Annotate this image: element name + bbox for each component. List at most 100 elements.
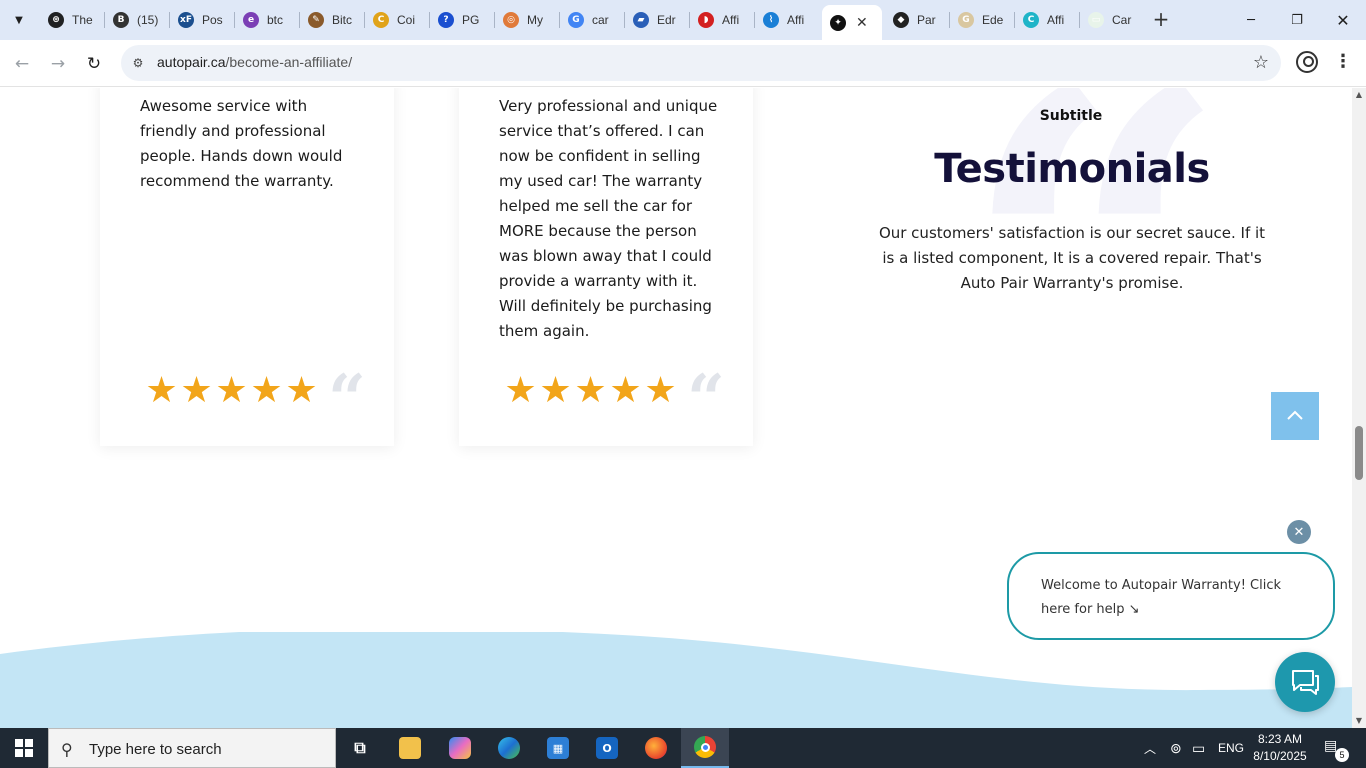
chat-welcome-bubble[interactable]: Welcome to Autopair Warranty! Click here… <box>1007 552 1335 640</box>
tab-title: Affi <box>787 13 805 27</box>
scrollbar-thumb[interactable] <box>1355 426 1363 480</box>
page-content: Awesome service with friendly and profes… <box>0 88 1352 728</box>
section-subtitle: Subtitle <box>1039 108 1103 124</box>
chrome-glyph <box>694 736 716 758</box>
browser-tab[interactable]: C Affi <box>1015 6 1077 34</box>
browser-tab[interactable]: ◎ My <box>495 6 557 34</box>
bookmark-star-icon[interactable]: ☆ <box>1253 52 1269 73</box>
browser-tab[interactable]: ◆ Par <box>885 6 947 34</box>
windows-logo-icon <box>15 739 33 757</box>
browser-tab[interactable]: ▭ Car <box>1080 6 1142 34</box>
binance-icon: ◆ <box>893 12 909 28</box>
site-info-icon[interactable]: ⚙ <box>129 54 147 72</box>
question-icon: ? <box>438 12 454 28</box>
red-bolt-icon: ◗ <box>698 12 714 28</box>
chrome-icon[interactable] <box>681 728 729 768</box>
browser-tab[interactable]: ⊛ The <box>40 6 102 34</box>
pen-icon: ✎ <box>308 12 324 28</box>
browser-tab[interactable]: ✎ Bitc <box>300 6 362 34</box>
tab-title: Coi <box>397 13 416 27</box>
folder-glyph <box>399 737 421 759</box>
chat-launcher-button[interactable] <box>1275 652 1335 712</box>
page-scrollbar[interactable]: ▲ ▼ <box>1352 88 1366 728</box>
edge-icon[interactable] <box>485 728 533 768</box>
search-icon: ⚲ <box>61 740 73 759</box>
tab-strip: ▼ ⊛ The B (15) xF Pos e btc ✎ Bitc C Coi? PG ◎ My Gcar ▰… <box>0 0 1366 40</box>
tab-title: Affi <box>722 13 740 27</box>
copilot-icon[interactable] <box>436 728 484 768</box>
forward-arrow-icon[interactable]: → <box>46 52 70 76</box>
browser-tab[interactable]: ▰ Edr <box>625 6 687 34</box>
star-icon: ★ <box>504 370 537 411</box>
browser-tab[interactable]: ✦ ✕ <box>822 5 882 40</box>
footer-wave <box>0 632 1352 728</box>
scroll-to-top-button[interactable] <box>1271 392 1319 440</box>
tab-title: PG <box>462 13 480 27</box>
star-icon: ★ <box>609 370 642 411</box>
browser-tab[interactable]: Gcar <box>560 6 622 34</box>
testimonial-text: Awesome service with friendly and profes… <box>140 97 343 190</box>
firefox-icon[interactable] <box>632 728 680 768</box>
testimonial-card: Very professional and unique service tha… <box>459 88 753 446</box>
tab-title: (15) <box>137 13 159 27</box>
browser-tab[interactable]: G Ede <box>950 6 1012 34</box>
star-icon: ★ <box>539 370 572 411</box>
c-cyan-icon: C <box>1023 12 1039 28</box>
firefox-glyph <box>645 737 667 759</box>
address-bar[interactable]: ⚙ autopair.ca/become-an-affiliate/ ☆ <box>121 45 1281 81</box>
browser-tab[interactable]: ? PG <box>430 6 492 34</box>
new-tab-button[interactable]: + <box>1150 8 1172 30</box>
testimonial-card: Awesome service with friendly and profes… <box>100 88 394 446</box>
openai-icon: ⊛ <box>48 12 64 28</box>
browser-tab[interactable]: ⌇ Affi <box>755 6 817 34</box>
tab-title: Car <box>1112 13 1132 27</box>
chrome-center <box>700 742 710 752</box>
tab-title: The <box>72 13 93 27</box>
browser-toolbar: ← → ↻ ⚙ autopair.ca/become-an-affiliate/… <box>0 40 1366 87</box>
minimize-icon[interactable]: ─ <box>1228 0 1274 40</box>
tab-title: My <box>527 13 543 27</box>
close-window-icon[interactable]: ✕ <box>1320 0 1366 40</box>
store-icon[interactable]: ▦ <box>534 728 582 768</box>
chat-close-button[interactable]: ✕ <box>1287 520 1311 544</box>
browser-tab[interactable]: xF Pos <box>170 6 232 34</box>
flag-icon: ▭ <box>1088 12 1104 28</box>
language-indicator[interactable]: ENG <box>1218 728 1244 768</box>
outlook-glyph: O <box>596 737 618 759</box>
scroll-up-arrow-icon[interactable]: ▲ <box>1352 88 1366 102</box>
outlook-icon[interactable]: O <box>583 728 631 768</box>
quote-icon: “ <box>328 360 366 438</box>
battery-icon[interactable]: ▭ <box>1192 728 1205 768</box>
taskbar-search-box[interactable]: ⚲ Type here to search <box>48 728 336 768</box>
tab-close-icon[interactable]: ✕ <box>856 15 868 31</box>
reload-icon[interactable]: ↻ <box>82 52 106 76</box>
task-view-icon[interactable]: ⧉ <box>336 728 384 768</box>
meet-now-icon[interactable]: ⊚ <box>1170 728 1182 768</box>
menu-dots-icon[interactable]: ⋮ <box>1334 51 1352 72</box>
profile-icon[interactable] <box>1296 51 1318 73</box>
browser-tab[interactable]: B (15) <box>105 6 167 34</box>
xenforo-icon: xF <box>178 12 194 28</box>
notification-count-badge: 5 <box>1335 748 1349 762</box>
car-icon: ▰ <box>633 12 649 28</box>
copilot-glyph <box>449 737 471 759</box>
browser-tab[interactable]: C Coi <box>365 6 427 34</box>
taskbar-clock[interactable]: 8:23 AM 8/10/2025 <box>1250 731 1310 765</box>
section-title: Testimonials <box>934 146 1210 192</box>
rating-stars: ★ ★ ★ ★ ★ <box>503 371 678 411</box>
tab-title: car <box>592 13 609 27</box>
browser-tab[interactable]: e btc <box>235 6 297 34</box>
browser-tab[interactable]: ◗ Affi <box>690 6 752 34</box>
show-hidden-icons-chevron-icon[interactable]: ︿ <box>1144 728 1156 768</box>
scroll-down-arrow-icon[interactable]: ▼ <box>1352 714 1366 728</box>
windows-start-button[interactable] <box>0 728 48 768</box>
restore-icon[interactable]: ❐ <box>1274 0 1320 40</box>
tab-search-chevron-icon[interactable]: ▼ <box>6 7 32 33</box>
url-text[interactable]: autopair.ca/become-an-affiliate/ <box>157 54 352 70</box>
chevron-up-icon <box>1287 410 1303 420</box>
tab-title: Ede <box>982 13 1004 27</box>
tab-title: Edr <box>657 13 676 27</box>
file-explorer-icon[interactable] <box>386 728 434 768</box>
back-arrow-icon[interactable]: ← <box>10 52 34 76</box>
windows-taskbar: ⚲ Type here to search ⧉ ▦ O ︿ ⊚ ▭ ENG 8:… <box>0 728 1366 768</box>
